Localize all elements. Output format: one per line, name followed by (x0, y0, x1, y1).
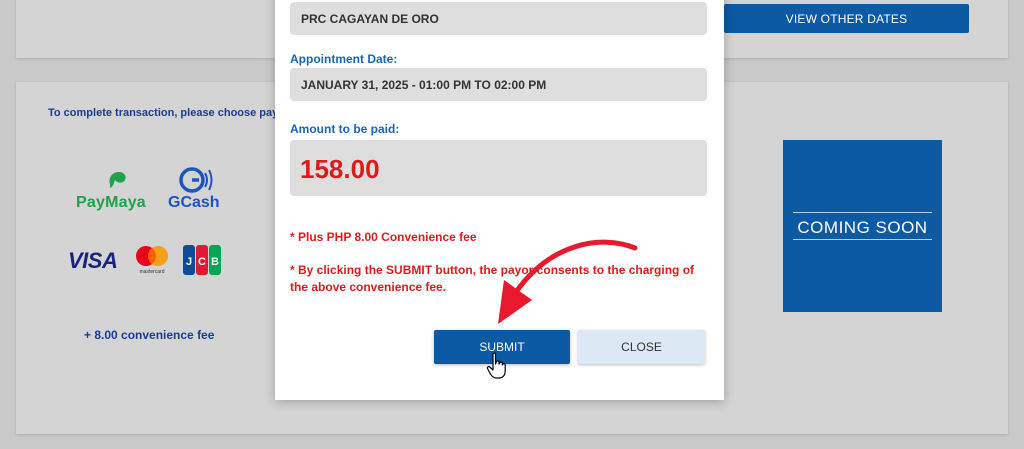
consent-note: * By clicking the SUBMIT button, the pay… (290, 263, 695, 294)
visa-logo-icon[interactable]: VISA (68, 248, 118, 274)
coming-soon-divider-top (793, 212, 932, 213)
amount-field: 158.00 (290, 140, 707, 196)
mastercard-option[interactable]: mastercard (132, 244, 172, 276)
branch-field: PRC CAGAYAN DE ORO (290, 2, 707, 35)
mastercard-label: mastercard (139, 269, 165, 275)
coming-soon-divider-bottom (793, 239, 932, 240)
gcash-label: GCash (168, 194, 220, 211)
convenience-fee-text: + 8.00 convenience fee (84, 328, 215, 342)
mastercard-logo-icon (136, 246, 168, 266)
convenience-fee-note: * Plus PHP 8.00 Convenience fee (290, 230, 477, 244)
coming-soon-tile: COMING SOON (783, 140, 942, 312)
gcash-logo-icon (179, 167, 213, 193)
jcb-letter-c: C (198, 256, 206, 268)
paymaya-label: PayMaya (76, 194, 146, 211)
hand-pointer-cursor-icon (486, 352, 506, 379)
gcash-option[interactable]: GCash (168, 165, 228, 217)
appointment-date-field: JANUARY 31, 2025 - 01:00 PM TO 02:00 PM (290, 68, 707, 101)
view-other-dates-button[interactable]: VIEW OTHER DATES (724, 4, 969, 33)
coming-soon-label: COMING SOON (797, 218, 928, 237)
jcb-letter-b: B (211, 256, 219, 268)
choose-payment-text: To complete transaction, please choose p… (48, 107, 276, 119)
appointment-date-label: Appointment Date: (290, 52, 398, 66)
close-button[interactable]: CLOSE (578, 330, 705, 364)
amount-label: Amount to be paid: (290, 122, 400, 136)
paymaya-option[interactable]: PayMaya (76, 168, 156, 216)
jcb-letter-j: J (186, 256, 192, 268)
paymaya-logo-icon (109, 172, 126, 188)
jcb-logo-icon[interactable]: J C B (182, 244, 222, 276)
